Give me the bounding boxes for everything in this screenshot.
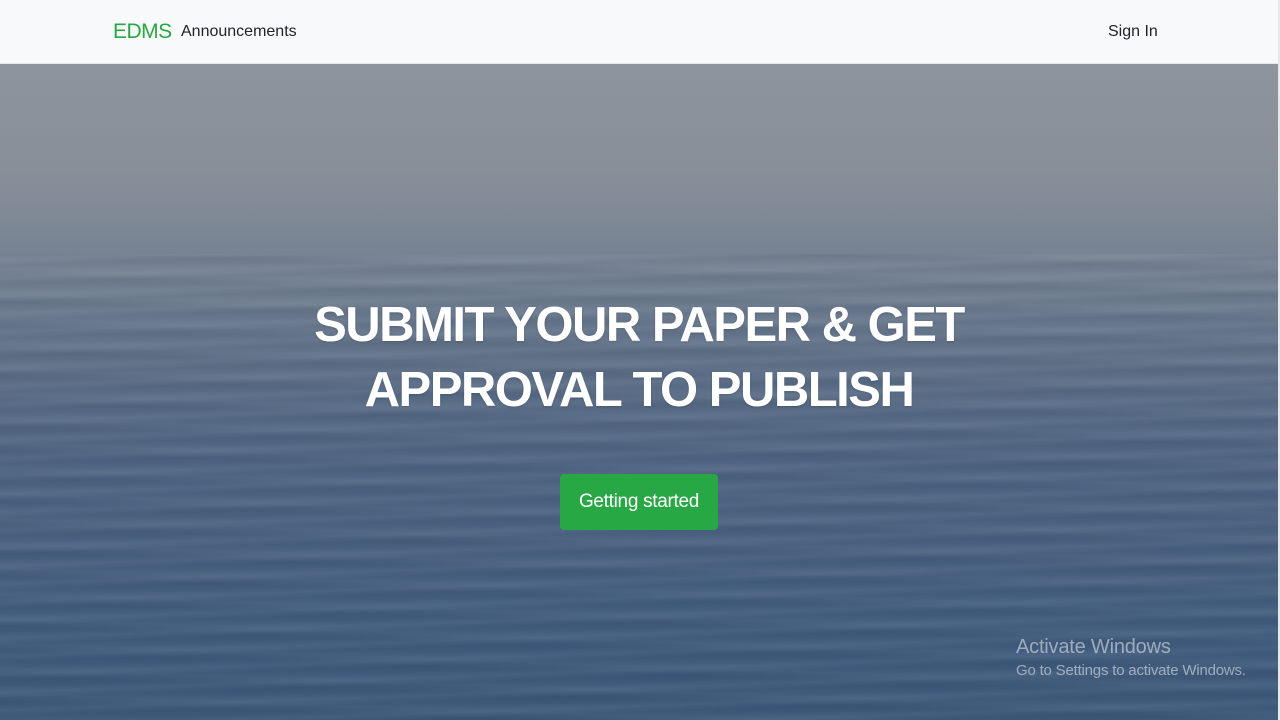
nav-link-announcements[interactable]: Announcements [181,22,297,42]
top-navbar: EDMS Announcements Sign In [0,0,1278,64]
sign-in-link[interactable]: Sign In [1108,22,1158,42]
activate-windows-subtitle: Go to Settings to activate Windows. [1016,662,1246,679]
brand-logo-link[interactable]: EDMS [113,20,172,44]
activate-windows-watermark: Activate Windows Go to Settings to activ… [1016,634,1246,681]
hero-section: SUBMIT YOUR PAPER & GET APPROVAL TO PUBL… [0,64,1278,720]
hero-headline-line-2: APPROVAL TO PUBLISH [364,363,915,417]
hero-headline: SUBMIT YOUR PAPER & GET APPROVAL TO PUBL… [240,293,1038,423]
getting-started-button[interactable]: Getting started [560,474,718,530]
hero-headline-line-1: SUBMIT YOUR PAPER & GET [314,298,965,352]
activate-windows-title: Activate Windows [1016,636,1171,658]
